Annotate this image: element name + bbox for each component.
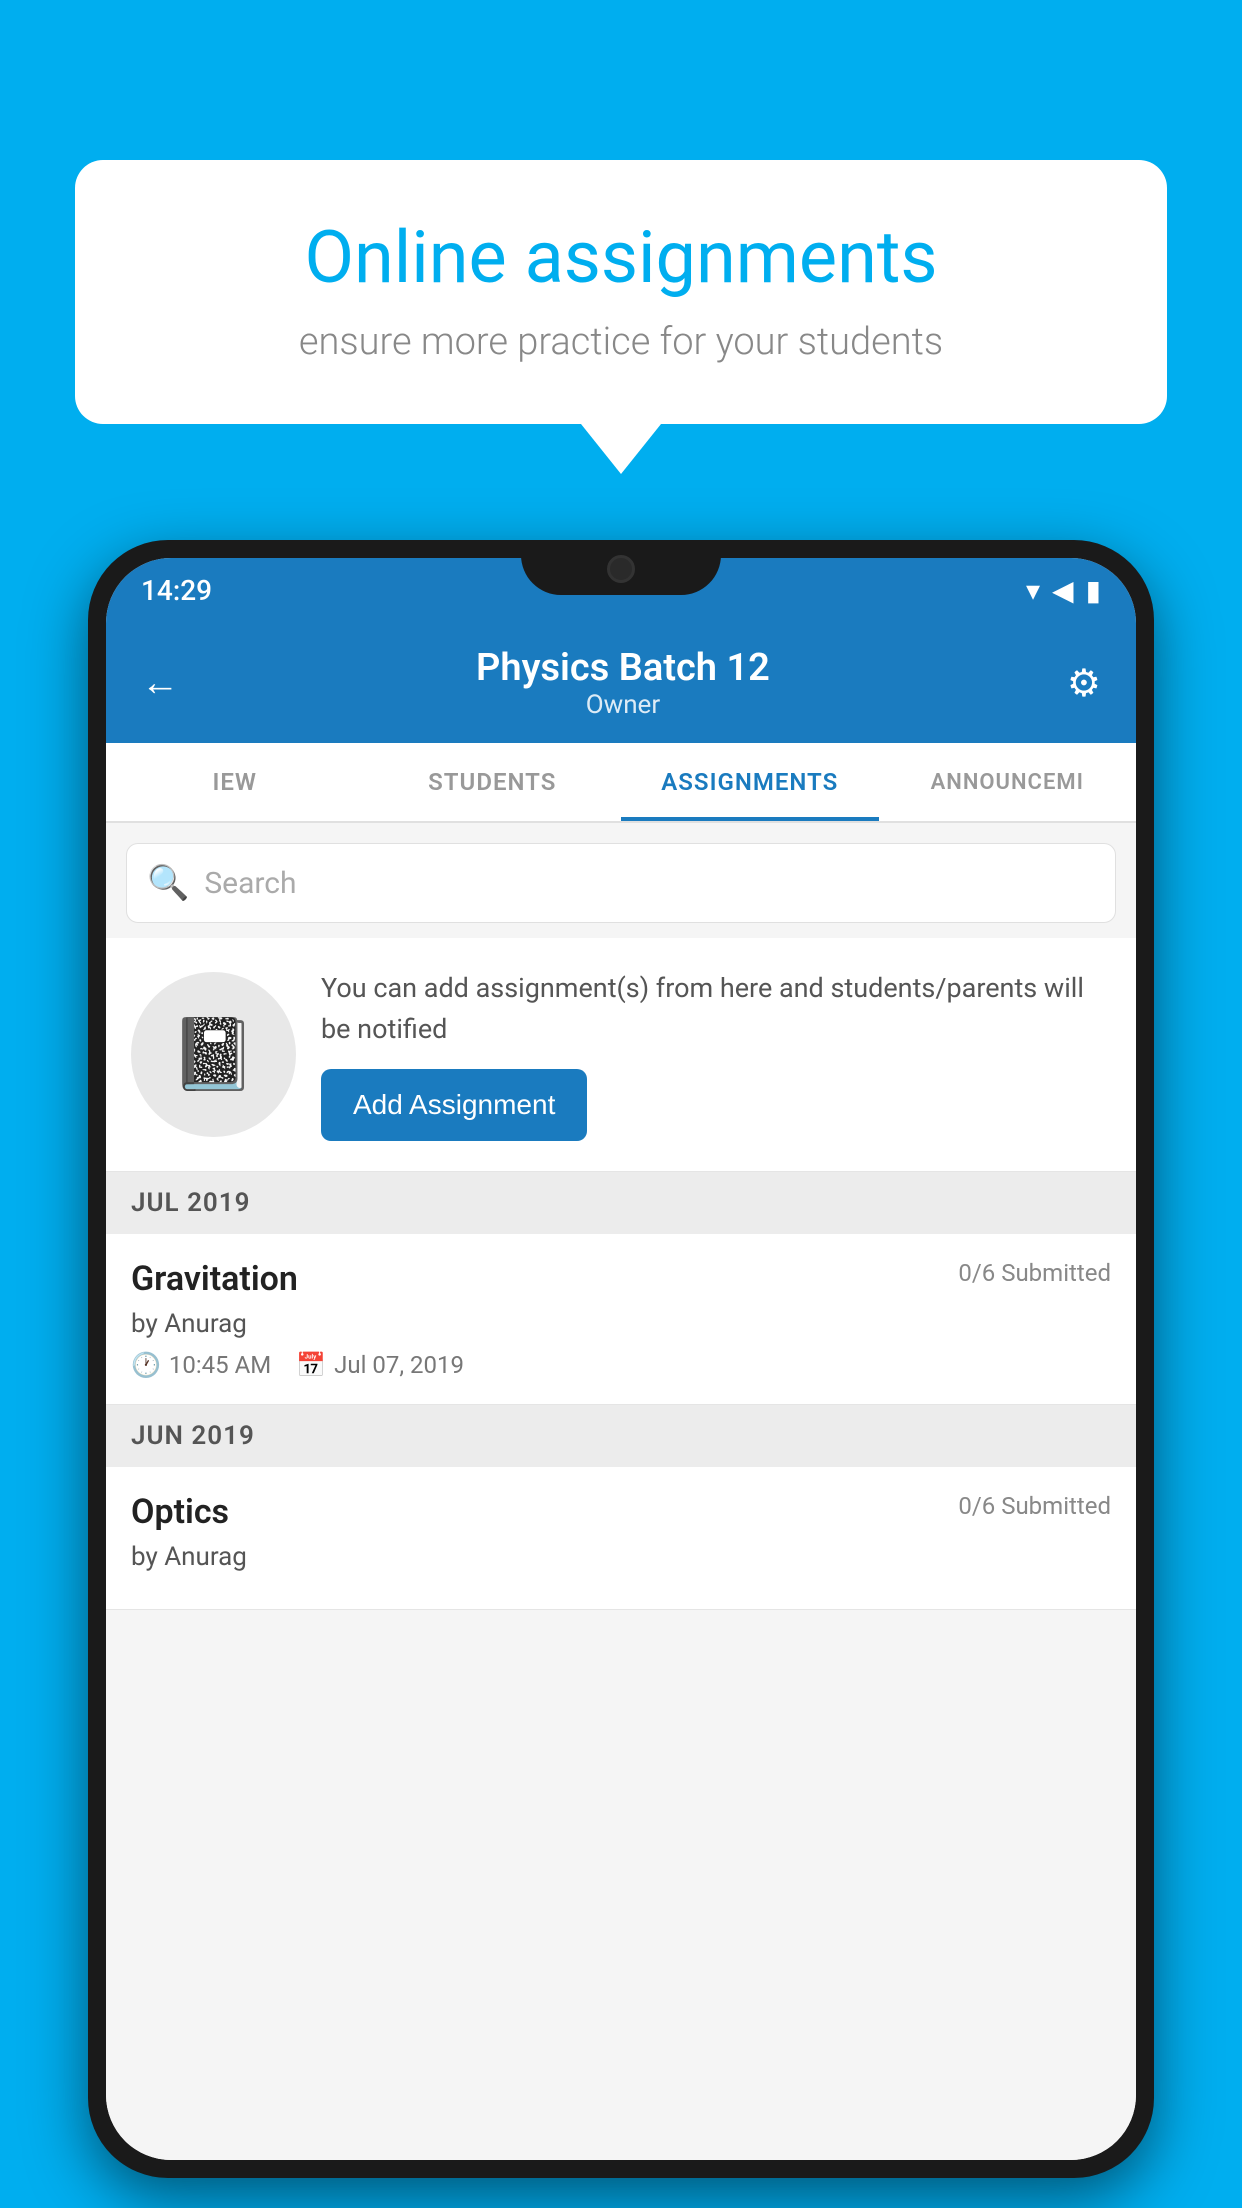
promo-icon: 📓 bbox=[131, 972, 296, 1137]
tab-review[interactable]: IEW bbox=[106, 743, 364, 821]
assignment-name: Optics bbox=[131, 1492, 229, 1532]
assignment-top: Gravitation 0/6 Submitted bbox=[131, 1259, 1111, 1299]
screen-content: 🔍 Search 📓 You can add assignment(s) fro… bbox=[106, 823, 1136, 2160]
tabs-bar: IEW STUDENTS ASSIGNMENTS ANNOUNCEMI bbox=[106, 743, 1136, 823]
list-item[interactable]: Optics 0/6 Submitted by Anurag bbox=[106, 1467, 1136, 1610]
status-icons: ▾ ◀ ▮ bbox=[1026, 574, 1101, 607]
bubble-subtitle: ensure more practice for your students bbox=[135, 320, 1107, 364]
promo-description: You can add assignment(s) from here and … bbox=[321, 968, 1111, 1049]
signal-icon: ◀ bbox=[1052, 574, 1074, 607]
assignment-date: 📅 Jul 07, 2019 bbox=[296, 1351, 464, 1379]
search-icon: 🔍 bbox=[147, 863, 189, 903]
assignment-by: by Anurag bbox=[131, 1542, 1111, 1572]
battery-icon: ▮ bbox=[1086, 574, 1101, 607]
search-input[interactable]: Search bbox=[204, 866, 296, 901]
status-time: 14:29 bbox=[141, 574, 212, 607]
tab-assignments[interactable]: ASSIGNMENTS bbox=[621, 743, 879, 821]
assignment-top: Optics 0/6 Submitted bbox=[131, 1492, 1111, 1532]
tab-students[interactable]: STUDENTS bbox=[364, 743, 622, 821]
phone-camera bbox=[607, 555, 635, 583]
section-header-jun: JUN 2019 bbox=[106, 1405, 1136, 1467]
app-bar-subtitle: Owner bbox=[476, 690, 770, 720]
phone-notch bbox=[521, 540, 721, 595]
phone-screen: 14:29 ▾ ◀ ▮ ← Physics Batch 12 Owner ⚙ I… bbox=[106, 558, 1136, 2160]
app-bar-title: Physics Batch 12 bbox=[476, 646, 770, 690]
tab-announcements[interactable]: ANNOUNCEMI bbox=[879, 743, 1137, 821]
bubble-title: Online assignments bbox=[135, 215, 1107, 300]
assignment-name: Gravitation bbox=[131, 1259, 298, 1299]
assignment-time: 🕐 10:45 AM bbox=[131, 1351, 271, 1379]
wifi-icon: ▾ bbox=[1026, 574, 1040, 607]
app-bar-center: Physics Batch 12 Owner bbox=[476, 646, 770, 720]
back-button[interactable]: ← bbox=[141, 661, 179, 705]
assignment-submitted: 0/6 Submitted bbox=[958, 1492, 1111, 1520]
speech-bubble: Online assignments ensure more practice … bbox=[75, 160, 1167, 424]
phone-frame: 14:29 ▾ ◀ ▮ ← Physics Batch 12 Owner ⚙ I… bbox=[88, 540, 1154, 2178]
assignment-submitted: 0/6 Submitted bbox=[958, 1259, 1111, 1287]
list-item[interactable]: Gravitation 0/6 Submitted by Anurag 🕐 10… bbox=[106, 1234, 1136, 1405]
clock-icon: 🕐 bbox=[131, 1351, 161, 1379]
search-bar[interactable]: 🔍 Search bbox=[126, 843, 1116, 923]
promo-block: 📓 You can add assignment(s) from here an… bbox=[106, 938, 1136, 1172]
assignment-by: by Anurag bbox=[131, 1309, 1111, 1339]
notebook-icon: 📓 bbox=[170, 1014, 257, 1096]
calendar-icon: 📅 bbox=[296, 1351, 326, 1379]
app-bar: ← Physics Batch 12 Owner ⚙ bbox=[106, 623, 1136, 743]
settings-button[interactable]: ⚙ bbox=[1067, 661, 1101, 706]
section-header-jul: JUL 2019 bbox=[106, 1172, 1136, 1234]
assignment-meta: 🕐 10:45 AM 📅 Jul 07, 2019 bbox=[131, 1351, 1111, 1379]
promo-content: You can add assignment(s) from here and … bbox=[321, 968, 1111, 1141]
add-assignment-button[interactable]: Add Assignment bbox=[321, 1069, 587, 1141]
